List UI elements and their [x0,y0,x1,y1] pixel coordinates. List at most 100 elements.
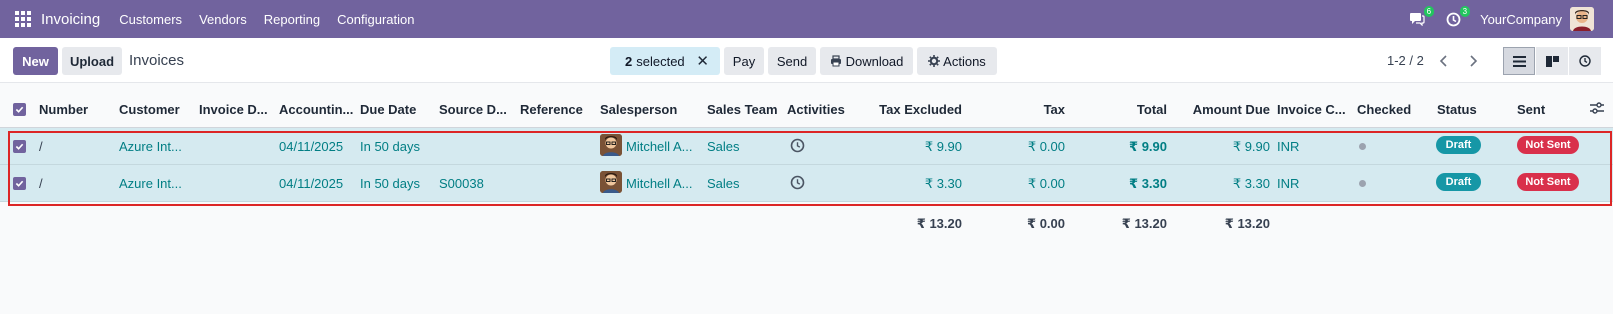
cell-customer[interactable]: Azure Int... [119,176,182,191]
totals-row: ₹ 13.20 ₹ 0.00 ₹ 13.20 ₹ 13.20 [0,211,1613,241]
download-label: Download [845,53,904,69]
pager-previous[interactable] [1430,47,1458,75]
clock-icon [1446,12,1460,26]
check-icon [15,143,24,150]
activities-badge: 3 [1459,6,1471,17]
col-status[interactable]: Status [1437,102,1477,117]
optional-columns-icon[interactable] [1590,102,1604,117]
sent-badge: Not Sent [1517,136,1579,154]
new-button[interactable]: New [13,47,58,75]
total-amount-due: ₹ 13.20 [1224,216,1270,231]
top-navbar: Invoicing Customers Vendors Reporting Co… [0,0,1613,38]
chevron-right-icon [1470,55,1478,67]
control-panel: New Upload Invoices 2 selected ✕ Pay Sen… [0,38,1613,83]
actions-label: Actions [943,53,986,69]
col-invoice-currency[interactable]: Invoice C... [1277,102,1346,117]
pager-next[interactable] [1459,47,1487,75]
gear-icon [928,55,941,67]
cell-sales-team: Sales [707,176,740,191]
upload-button[interactable]: Upload [62,47,122,75]
table-row[interactable]: / Azure Int... 04/11/2025 In 50 days Mit… [0,128,1613,165]
activity-clock-icon[interactable] [790,138,805,156]
cell-customer[interactable]: Azure Int... [119,139,182,154]
cell-accounting-date: 04/11/2025 [279,176,344,191]
col-total[interactable]: Total [1070,102,1167,117]
actions-button[interactable]: Actions [917,47,997,75]
kanban-view-button[interactable] [1536,47,1568,75]
cell-currency: INR [1277,176,1300,191]
status-badge: Draft [1436,136,1481,154]
clear-selection-icon[interactable]: ✕ [696,52,709,70]
menu-configuration[interactable]: Configuration [337,12,414,27]
cell-salesperson[interactable]: Mitchell A... [626,139,692,154]
sent-badge: Not Sent [1517,173,1579,191]
col-tax-excluded[interactable]: Tax Excluded [850,102,962,117]
status-badge: Draft [1436,173,1481,191]
select-all-checkbox[interactable] [13,103,26,116]
salesperson-avatar [600,134,622,156]
check-icon [15,106,24,113]
download-button[interactable]: Download [820,47,913,75]
list-icon [1512,55,1526,67]
menu-reporting[interactable]: Reporting [264,12,320,27]
col-salesperson[interactable]: Salesperson [600,102,677,117]
company-switcher[interactable]: YourCompany [1480,12,1562,27]
col-number[interactable]: Number [39,102,88,117]
messages-badge: 6 [1423,6,1435,17]
list-view-button[interactable] [1503,47,1535,75]
breadcrumb: Invoices [129,52,185,69]
apps-menu-icon[interactable] [15,11,31,27]
cell-accounting-date: 04/11/2025 [279,139,344,154]
kanban-icon [1545,55,1559,67]
table-row[interactable]: / Azure Int... 04/11/2025 In 50 days S00… [0,165,1613,202]
app-name[interactable]: Invoicing [41,11,100,28]
col-sales-team[interactable]: Sales Team [707,102,778,117]
cell-currency: INR [1277,139,1300,154]
cell-tax-excluded: ₹ 9.90 [924,139,962,154]
cell-sales-team: Sales [707,139,740,154]
salesperson-avatar [600,171,622,193]
menu-vendors[interactable]: Vendors [199,12,247,27]
col-due-date[interactable]: Due Date [360,102,416,117]
cell-tax: ₹ 0.00 [1027,176,1065,191]
cell-source-document: S00038 [439,176,484,191]
col-checked[interactable]: Checked [1357,102,1411,117]
chat-icon [1410,13,1425,26]
user-avatar[interactable] [1570,7,1594,31]
total-tax-excluded: ₹ 13.20 [916,216,962,231]
cell-due-date: In 50 days [360,176,420,191]
cell-number: / [39,176,43,191]
printer-icon [830,55,841,67]
col-customer[interactable]: Customer [119,102,180,117]
activities-button[interactable]: 3 [1442,6,1471,29]
col-accounting-date[interactable]: Accountin... [279,102,353,117]
cell-salesperson[interactable]: Mitchell A... [626,176,692,191]
row-checkbox[interactable] [13,177,26,190]
cell-total: ₹ 9.90 [1129,139,1167,154]
send-button[interactable]: Send [768,47,816,75]
col-sent[interactable]: Sent [1517,102,1545,117]
activity-clock-icon[interactable] [790,175,805,193]
col-source-document[interactable]: Source D... [439,102,507,117]
selection-indicator: 2 selected ✕ [610,47,720,75]
col-invoice-date[interactable]: Invoice D... [199,102,268,117]
col-activities[interactable]: Activities [787,102,845,117]
table-header: Number Customer Invoice D... Accountin..… [0,92,1613,128]
pay-button[interactable]: Pay [724,47,764,75]
col-amount-due[interactable]: Amount Due [1170,102,1270,117]
messages-button[interactable]: 6 [1406,6,1435,29]
col-reference[interactable]: Reference [520,102,583,117]
pager-value[interactable]: 1-2 / 2 [1387,53,1424,68]
row-checkbox[interactable] [13,140,26,153]
activity-view-button[interactable] [1569,47,1601,75]
total-total: ₹ 13.20 [1121,216,1167,231]
menu-customers[interactable]: Customers [119,12,182,27]
cell-amount-due: ₹ 9.90 [1232,139,1270,154]
cell-due-date: In 50 days [360,139,420,154]
cell-amount-due: ₹ 3.30 [1232,176,1270,191]
check-icon [15,180,24,187]
checked-indicator [1359,180,1366,187]
selected-count: 2 [625,53,633,69]
col-tax[interactable]: Tax [970,102,1065,117]
clock-icon [1579,55,1591,67]
